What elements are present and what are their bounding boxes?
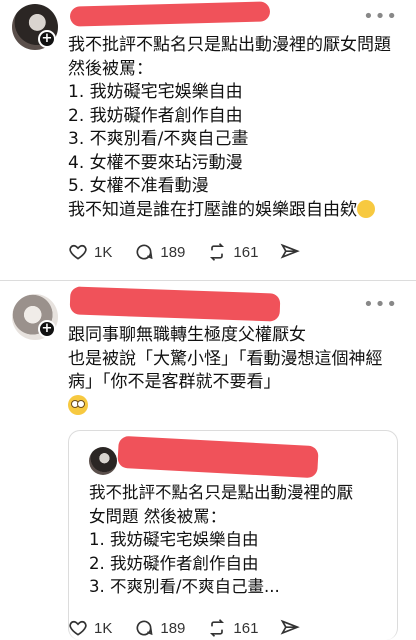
rolling-eyes-icon <box>68 394 88 415</box>
post-line-text: 我不知道是誰在打壓誰的娛樂跟自由欸 <box>68 199 357 220</box>
post-1: + ••• 我不批評不點名只是點出動漫裡的厭女問題 然後被罵： 1. 我妨礙宅宅… <box>0 0 416 280</box>
more-options-icon[interactable]: ••• <box>363 6 398 27</box>
repost-button[interactable]: 161 <box>207 618 258 638</box>
quoted-line: 3. 不爽別看/不爽自己畫... <box>89 577 280 596</box>
comment-icon <box>136 620 153 636</box>
post-line: 3. 不爽別看/不爽自己畫 <box>68 129 249 149</box>
reply-button[interactable]: 189 <box>134 618 185 638</box>
post-divider <box>0 280 416 281</box>
follow-plus-icon[interactable]: + <box>38 320 56 338</box>
send-icon <box>281 243 301 259</box>
action-bar: 1K 189 161 <box>68 616 328 640</box>
like-button[interactable]: 1K <box>68 618 112 638</box>
thinking-face-icon <box>357 199 375 218</box>
repost-icon <box>210 619 225 637</box>
post-line: 也是被說「大驚小怪」「看動漫想這個神經 <box>68 348 383 369</box>
comment-icon <box>136 244 153 260</box>
post-line: 2. 我妨礙作者創作自由 <box>68 105 243 126</box>
like-count: 1K <box>94 243 113 261</box>
post-text: 跟同事聊無職轉生極度父權厭女 也是被說「大驚小怪」「看動漫想這個神經 病」「你不… <box>68 324 402 422</box>
quoted-line: 女問題 然後被罵： <box>89 506 227 526</box>
repost-icon <box>210 243 225 261</box>
reply-button[interactable]: 189 <box>134 242 185 262</box>
post-text: 我不批評不點名只是點出動漫裡的厭女問題 然後被罵： 1. 我妨礙宅宅娛樂自由 2… <box>68 34 402 222</box>
emoji-line <box>68 394 402 423</box>
post-line: 然後被罵： <box>68 58 153 79</box>
reply-count: 189 <box>160 243 186 261</box>
quoted-post-text: 我不批評不點名只是點出動漫裡的厭 女問題 然後被罵： 1. 我妨礙宅宅娛樂自由 … <box>89 481 389 599</box>
repost-count: 161 <box>233 243 259 261</box>
post-line-last: 我不知道是誰在打壓誰的娛樂跟自由欸 <box>68 199 402 223</box>
share-button[interactable] <box>280 242 306 262</box>
like-button[interactable]: 1K <box>68 242 112 262</box>
follow-plus-icon[interactable]: + <box>38 30 56 48</box>
post-line: 我不批評不點名只是點出動漫裡的厭女問題 <box>68 35 391 55</box>
redacted-username <box>69 1 271 27</box>
post-line: 1. 我妨礙宅宅娛樂自由 <box>68 82 243 102</box>
quoted-line: 1. 我妨礙宅宅娛樂自由 <box>89 530 259 549</box>
post-line: 病」「你不是客群就不要看」 <box>68 372 281 392</box>
post-line: 跟同事聊無職轉生極度父權厭女 <box>68 325 306 345</box>
send-icon <box>281 619 301 635</box>
quoted-author-avatar <box>89 447 117 475</box>
like-count: 1K <box>94 619 113 637</box>
repost-count: 161 <box>233 619 259 637</box>
post-line: 4. 女權不要來玷污動漫 <box>68 152 243 173</box>
heart-icon <box>69 620 87 636</box>
quoted-line: 2. 我妨礙作者創作自由 <box>89 553 259 573</box>
more-options-icon[interactable]: ••• <box>363 294 398 315</box>
repost-button[interactable]: 161 <box>207 242 258 262</box>
quoted-line: 我不批評不點名只是點出動漫裡的厭 <box>89 483 353 502</box>
share-button[interactable] <box>280 618 306 638</box>
action-bar: 1K 189 161 <box>68 240 328 264</box>
heart-icon <box>69 244 87 260</box>
post-line: 5. 女權不准看動漫 <box>68 176 209 196</box>
reply-count: 189 <box>160 619 186 637</box>
